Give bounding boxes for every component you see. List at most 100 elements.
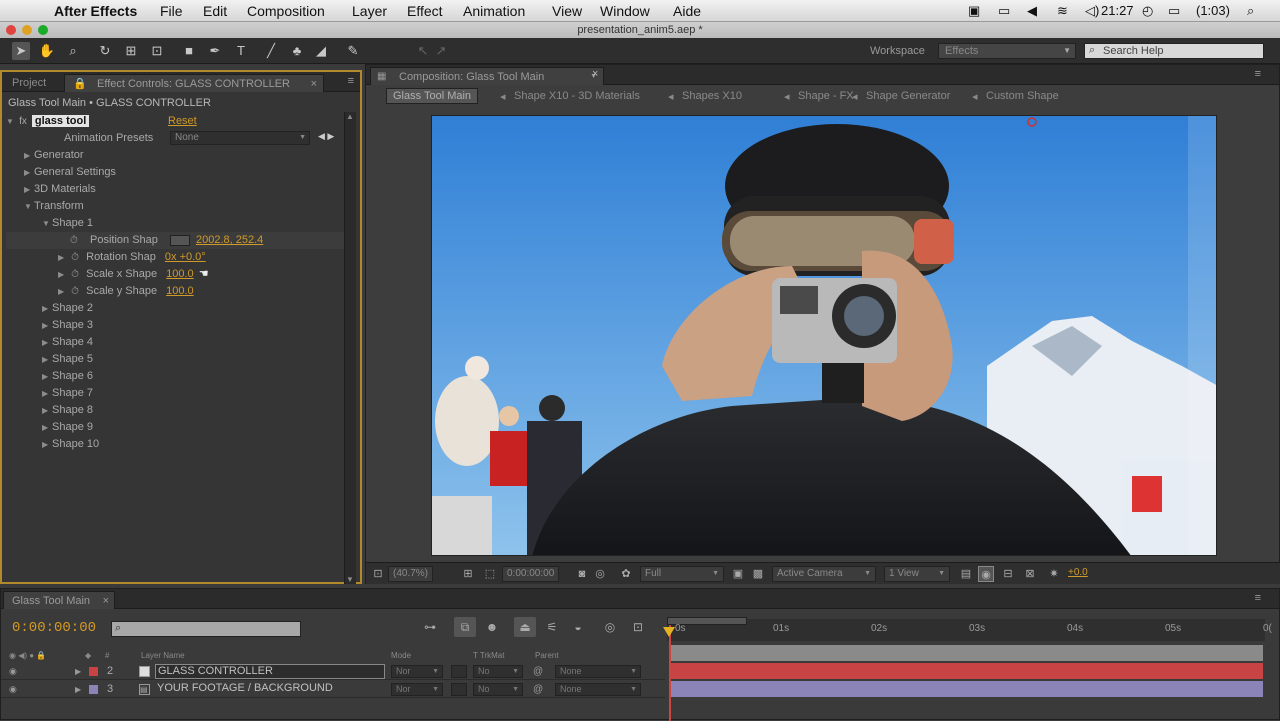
volume-speaker-icon[interactable]: ◁)	[1085, 3, 1099, 19]
composition-viewer[interactable]	[431, 115, 1217, 556]
prop-scale-y-value[interactable]: 100.0	[166, 285, 194, 297]
roto-brush-tool-icon[interactable]: ✎	[344, 42, 362, 60]
timeline-timecode[interactable]: 0:00:00:00	[12, 620, 96, 636]
auto-keyframe-icon[interactable]: ◎	[599, 617, 621, 637]
effect-header-row[interactable]: ▼ fx glass tool Reset	[6, 113, 197, 130]
draft-3d-icon[interactable]: ⧉	[454, 617, 476, 637]
prop-scale-y-row[interactable]: ▶ ⏱ Scale y Shape 100.0	[58, 283, 194, 300]
pick-whip-icon[interactable]: @	[533, 681, 543, 698]
flowchart-comp-item[interactable]: Shape - FX	[798, 90, 854, 102]
flowchart-icon[interactable]: ⊠	[1022, 566, 1038, 582]
display-icon[interactable]: ▭	[998, 3, 1010, 19]
tab-timeline[interactable]: Glass Tool Main ×	[3, 591, 115, 609]
preserve-transparency-toggle[interactable]	[451, 665, 467, 678]
frame-blending-icon[interactable]: ⏏	[514, 617, 536, 637]
flowchart-comp-item[interactable]: Shape X10 - 3D Materials	[514, 90, 640, 102]
group-shape-6[interactable]: ▶ Shape 6	[42, 368, 93, 385]
exposure-value[interactable]: +0.0	[1068, 567, 1088, 578]
pan-behind-tool-icon[interactable]: ⊡	[148, 42, 166, 60]
current-time-field[interactable]: 0:00:00:00	[502, 566, 560, 582]
group-shape-8[interactable]: ▶ Shape 8	[42, 402, 93, 419]
scroll-up-icon[interactable]: ▲	[346, 112, 354, 121]
exposure-icon[interactable]: ✷	[1046, 566, 1062, 582]
collapsed-triangle-icon[interactable]: ▶	[42, 334, 52, 351]
collapsed-triangle-icon[interactable]: ▶	[42, 300, 52, 317]
prop-position-value[interactable]: 2002.8, 252.4	[196, 232, 263, 249]
toggle-pixel-aspect-icon[interactable]: ▤	[958, 566, 974, 582]
panel-menu-icon[interactable]: ≡	[1255, 68, 1261, 80]
collapsed-triangle-icon[interactable]: ▶	[58, 283, 68, 300]
show-snapshot-icon[interactable]: ◎	[592, 566, 608, 582]
animation-presets-select[interactable]: None ▼	[170, 131, 310, 145]
collapsed-triangle-icon[interactable]: ▶	[42, 436, 52, 453]
local-axis-icon[interactable]: ↖	[414, 42, 432, 60]
flowchart-comp-item[interactable]: Shape Generator	[866, 90, 950, 102]
trkmat-select[interactable]: No ▼	[473, 683, 523, 696]
expand-triangle-icon[interactable]: ▼	[24, 198, 34, 215]
stopwatch-icon[interactable]: ⏱	[71, 249, 83, 266]
preset-prev-next-icon[interactable]: ◀ ▶	[318, 131, 334, 142]
playhead[interactable]	[669, 625, 671, 721]
collapsed-triangle-icon[interactable]: ▶	[42, 317, 52, 334]
layer-name[interactable]: YOUR FOOTAGE / BACKGROUND	[155, 682, 385, 697]
world-axis-icon[interactable]: ↗	[432, 42, 450, 60]
trkmat-select[interactable]: No ▼	[473, 665, 523, 678]
menu-composition[interactable]: Composition	[247, 3, 325, 19]
hide-shy-layers-icon[interactable]: ☻	[481, 617, 503, 637]
prop-scale-x-row[interactable]: ▶ ⏱ Scale x Shape 100.0 ☚	[58, 266, 209, 283]
collapsed-triangle-icon[interactable]: ▶	[24, 147, 34, 164]
expand-triangle-icon[interactable]: ▶	[75, 681, 81, 698]
timeline-icon[interactable]: ⊟	[1000, 566, 1016, 582]
layer-name[interactable]: GLASS CONTROLLER	[155, 664, 385, 679]
pick-whip-icon[interactable]: @	[533, 663, 543, 680]
visibility-eye-icon[interactable]: ◉	[9, 681, 17, 698]
menu-edit[interactable]: Edit	[203, 3, 227, 19]
menu-layer[interactable]: Layer	[352, 3, 387, 19]
prop-rotation-value[interactable]: 0x +0.0°	[165, 251, 206, 263]
layer-name-header[interactable]: Layer Name	[141, 651, 185, 660]
menu-effect[interactable]: Effect	[407, 3, 443, 19]
close-tab-icon[interactable]: ×	[103, 592, 109, 610]
workspace-select[interactable]: Effects ▼	[938, 43, 1076, 59]
pen-tool-icon[interactable]: ✒	[206, 42, 224, 60]
mode-header[interactable]: Mode	[391, 651, 411, 660]
expand-triangle-icon[interactable]: ▼	[42, 215, 52, 232]
brainstorm-icon[interactable]: ◒	[567, 617, 589, 637]
flowchart-comp-item[interactable]: Custom Shape	[986, 90, 1059, 102]
zoom-tool-icon[interactable]: ⌕	[64, 42, 82, 60]
menu-animation[interactable]: Animation	[463, 3, 525, 19]
panel-menu-icon[interactable]: ≡	[348, 75, 354, 87]
close-tab-icon[interactable]: ×	[592, 68, 598, 80]
label-color-swatch[interactable]	[89, 667, 98, 676]
collapsed-triangle-icon[interactable]: ▶	[42, 385, 52, 402]
layer-search-input[interactable]: ⌕	[111, 621, 301, 637]
prop-scale-x-value[interactable]: 100.0	[166, 268, 194, 280]
menu-file[interactable]: File	[160, 3, 183, 19]
collapsed-triangle-icon[interactable]: ▶	[42, 419, 52, 436]
collapsed-triangle-icon[interactable]: ▶	[58, 266, 68, 283]
resolution-select[interactable]: Full ▼	[640, 566, 724, 582]
collapsed-triangle-icon[interactable]: ▶	[42, 351, 52, 368]
lock-icon[interactable]: 🔒	[73, 75, 87, 93]
camera-select[interactable]: Active Camera ▼	[772, 566, 876, 582]
expand-triangle-icon[interactable]: ▶	[75, 663, 81, 680]
wifi-icon[interactable]: ≋	[1057, 3, 1068, 19]
table-row[interactable]: ◉ ▶ 2 GLASS CONTROLLER Nor ▼ No ▼ @ None ▼	[1, 663, 665, 680]
close-window-icon[interactable]	[6, 25, 16, 35]
flowchart-comp-item[interactable]: Shapes X10	[682, 90, 742, 102]
comp-mini-flowchart-icon[interactable]: ⊶	[419, 617, 441, 637]
group-shape-2[interactable]: ▶ Shape 2	[42, 300, 93, 317]
group-shape-9[interactable]: ▶ Shape 9	[42, 419, 93, 436]
group-shape-3[interactable]: ▶ Shape 3	[42, 317, 93, 334]
camera-tool-icon[interactable]: ⊞	[122, 42, 140, 60]
channel-icon[interactable]: ✿	[618, 566, 634, 582]
collapsed-triangle-icon[interactable]: ▶	[58, 249, 68, 266]
menu-window[interactable]: Window	[600, 3, 650, 19]
type-tool-icon[interactable]: T	[232, 42, 250, 60]
rectangle-tool-icon[interactable]: ■	[180, 42, 198, 60]
magnification-select[interactable]: (40.7%)	[388, 566, 434, 582]
effect-name[interactable]: glass tool	[31, 115, 90, 127]
group-shape-7[interactable]: ▶ Shape 7	[42, 385, 93, 402]
collapsed-triangle-icon[interactable]: ▶	[42, 368, 52, 385]
layer-duration-bar[interactable]	[671, 663, 1263, 679]
